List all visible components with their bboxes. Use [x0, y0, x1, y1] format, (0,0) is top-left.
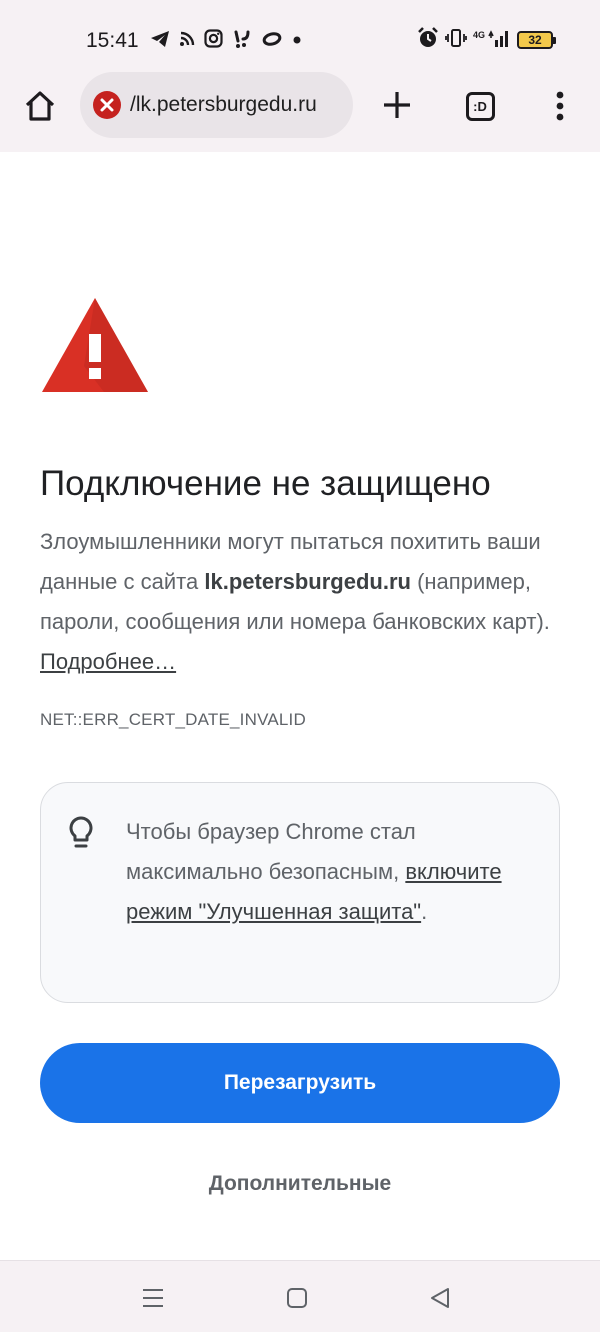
- explanation-text: Злоумышленники могут пытаться похитить в…: [40, 522, 560, 682]
- more-menu-icon: [556, 91, 564, 121]
- recents-button[interactable]: [138, 1283, 168, 1313]
- menu-lines-icon: [143, 1289, 163, 1307]
- home-button[interactable]: [18, 84, 62, 128]
- signal-icon: [487, 28, 511, 53]
- new-tab-icon: [384, 92, 410, 118]
- battery-level: 32: [528, 33, 542, 47]
- alarm-icon: [417, 26, 439, 54]
- enhanced-protection-tip: Чтобы браузер Chrome стал максимально бе…: [40, 782, 560, 1003]
- rss-icon: [179, 31, 195, 52]
- notification-icons: [150, 28, 302, 54]
- status-bar: 15:41 4G 32: [0, 0, 600, 76]
- tab-switcher-button[interactable]: :D: [458, 84, 502, 128]
- vibrate-icon: [445, 28, 467, 53]
- square-icon: [287, 1288, 307, 1308]
- warning-icon: [42, 298, 148, 392]
- more-menu-button[interactable]: [540, 84, 580, 128]
- network-type: 4G: [473, 30, 486, 40]
- tab-count: :D: [473, 98, 487, 114]
- app-ring-icon: [261, 31, 283, 52]
- status-time: 15:41: [86, 29, 139, 52]
- lightbulb-icon: [69, 816, 93, 848]
- tip-prefix: Чтобы браузер Chrome стал максимально бе…: [126, 819, 416, 884]
- battery-indicator: 32: [517, 31, 557, 49]
- page-title: Подключение не защищено: [40, 464, 491, 503]
- system-icons: 4G 32: [417, 26, 557, 54]
- instagram-icon: [204, 29, 223, 53]
- tip-suffix: .: [421, 899, 428, 924]
- tab-switcher-icon: :D: [465, 91, 495, 121]
- url-text: /lk.petersburgedu.ru: [130, 93, 317, 116]
- advanced-button[interactable]: Дополнительные: [150, 1162, 450, 1206]
- new-tab-button[interactable]: [376, 84, 418, 126]
- app-icon: [232, 29, 252, 54]
- tip-text: Чтобы браузер Chrome стал максимально бе…: [126, 812, 536, 932]
- system-navigation-bar: [0, 1260, 600, 1332]
- browser-toolbar: /lk.petersburgedu.ru :D: [0, 72, 600, 152]
- home-icon: [25, 91, 55, 121]
- home-nav-button[interactable]: [282, 1283, 312, 1313]
- address-bar[interactable]: /lk.petersburgedu.ru: [80, 72, 353, 138]
- domain-name: lk.petersburgedu.ru: [204, 569, 411, 594]
- telegram-icon: [150, 30, 170, 53]
- error-code: NET::ERR_CERT_DATE_INVALID: [40, 710, 306, 729]
- learn-more-link[interactable]: Подробнее…: [40, 649, 176, 674]
- not-secure-icon[interactable]: [92, 90, 122, 120]
- back-button[interactable]: [425, 1283, 455, 1313]
- back-triangle-icon: [431, 1288, 449, 1308]
- dot-icon: [292, 32, 302, 50]
- reload-button[interactable]: Перезагрузить: [40, 1043, 560, 1123]
